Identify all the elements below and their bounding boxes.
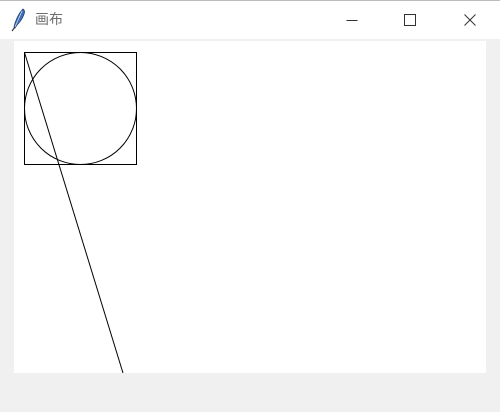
close-icon (464, 14, 476, 26)
maximize-icon (404, 14, 416, 26)
minimize-button[interactable] (323, 1, 381, 39)
minimize-icon (346, 20, 358, 21)
drawing-canvas[interactable] (14, 41, 486, 373)
app-window: 画布 (0, 0, 500, 412)
feather-icon (9, 8, 29, 32)
window-title: 画布 (35, 12, 63, 28)
maximize-button[interactable] (381, 1, 439, 39)
close-button[interactable] (441, 1, 499, 39)
canvas-line (24, 52, 124, 373)
title-bar[interactable]: 画布 (0, 1, 500, 39)
